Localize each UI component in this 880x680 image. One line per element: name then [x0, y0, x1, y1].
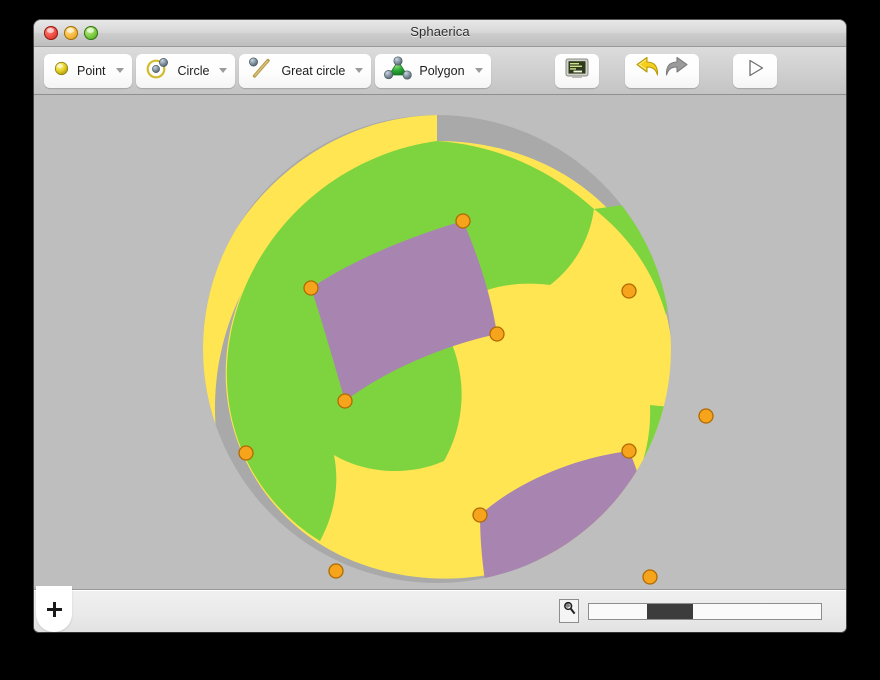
tool-point-label: Point: [77, 63, 106, 78]
window-title: Sphaerica: [410, 24, 470, 39]
tool-circle[interactable]: Circle: [135, 53, 236, 88]
great-circle-icon: [248, 56, 274, 85]
zoom-slider-handle[interactable]: [647, 603, 694, 619]
tool-great-circle-label: Great circle: [281, 63, 346, 78]
play-button[interactable]: [732, 53, 777, 88]
screen: Sphaerica Point Circle Great circle Poly…: [0, 0, 880, 680]
tool-point[interactable]: Point: [44, 53, 132, 88]
point-p3[interactable]: [489, 326, 505, 342]
point-p8[interactable]: [621, 443, 637, 459]
point-p4[interactable]: [621, 283, 637, 299]
zoom-control-group: [559, 599, 822, 623]
magnifier-icon: [563, 601, 576, 621]
magnifier-button[interactable]: [559, 599, 579, 623]
point-p1[interactable]: [455, 213, 471, 229]
plus-icon: [46, 601, 62, 617]
point-p9[interactable]: [472, 507, 488, 523]
chevron-down-icon[interactable]: [115, 68, 124, 73]
point-p10[interactable]: [642, 569, 658, 585]
statusbar: +: [34, 586, 846, 632]
toolbar: Point Circle Great circle Polygon: [34, 47, 846, 95]
point-p7[interactable]: [238, 445, 254, 461]
redo-button[interactable]: [664, 56, 690, 85]
undo-button[interactable]: [634, 56, 660, 85]
application-window: Sphaerica Point Circle Great circle Poly…: [34, 20, 846, 632]
polygon-icon: [384, 56, 413, 85]
console-button[interactable]: [554, 53, 599, 88]
point-p6[interactable]: [698, 408, 714, 424]
point-icon: [53, 60, 70, 82]
chevron-down-icon[interactable]: [474, 68, 483, 73]
tool-polygon-label: Polygon: [419, 63, 465, 78]
console-icon: [565, 58, 589, 84]
tool-polygon[interactable]: Polygon: [375, 53, 491, 88]
point-p2[interactable]: [303, 280, 319, 296]
chevron-down-icon[interactable]: [219, 68, 228, 73]
chevron-down-icon[interactable]: [355, 68, 364, 73]
point-p11[interactable]: [328, 563, 344, 579]
add-object-button[interactable]: +: [36, 586, 72, 632]
sphere-surface: [203, 115, 671, 583]
history-button-group: [624, 53, 699, 88]
circle-icon: [145, 56, 171, 85]
tool-great-circle[interactable]: Great circle: [239, 53, 372, 88]
zoom-slider[interactable]: [588, 602, 822, 620]
sphere-drawing[interactable]: [34, 95, 846, 589]
play-icon: [744, 57, 766, 84]
point-p5[interactable]: [337, 393, 353, 409]
titlebar[interactable]: Sphaerica: [34, 20, 846, 47]
tool-circle-label: Circle: [177, 63, 210, 78]
sphere-canvas[interactable]: [34, 95, 846, 590]
